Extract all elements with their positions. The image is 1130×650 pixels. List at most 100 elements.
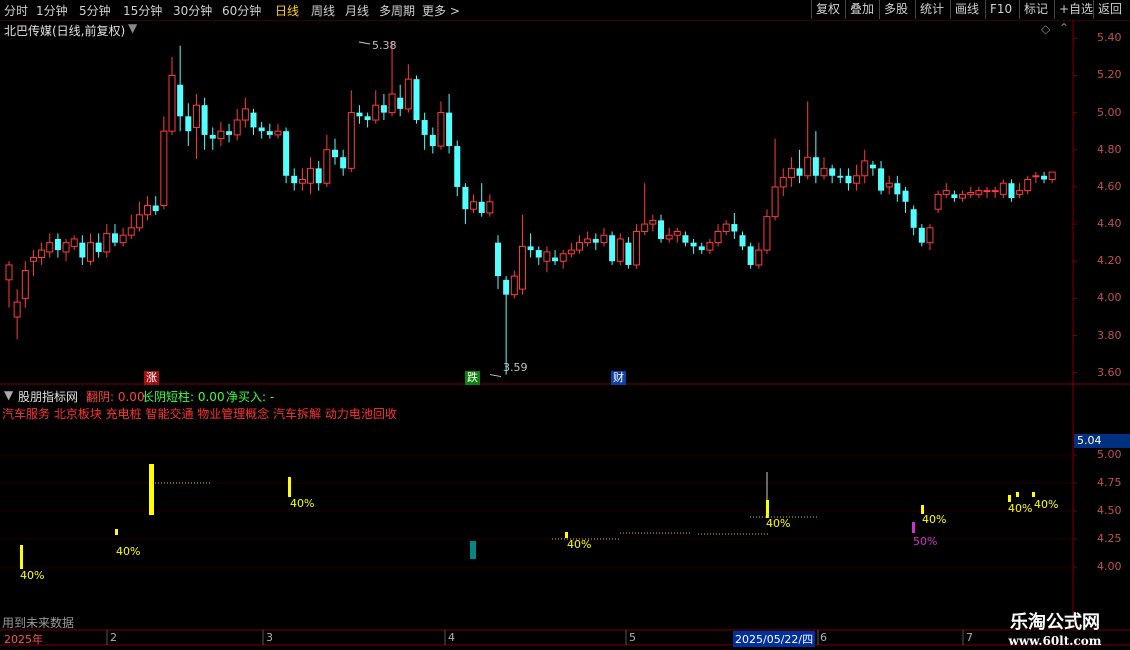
candle xyxy=(926,224,934,251)
diamond-icon[interactable]: ◇ xyxy=(1041,22,1050,36)
candle xyxy=(13,289,21,340)
candle-body xyxy=(70,238,78,247)
candle xyxy=(967,186,975,199)
candle xyxy=(478,183,485,217)
candle-body xyxy=(869,164,876,169)
candle-body xyxy=(527,246,534,251)
cursor-date-label: 2025/05/22/四 xyxy=(733,631,816,647)
candle-body xyxy=(820,167,828,177)
candle xyxy=(706,238,714,254)
candle xyxy=(404,64,412,113)
candle xyxy=(340,149,347,176)
candle-body xyxy=(437,112,445,147)
candle xyxy=(1048,171,1056,184)
collapse-icon[interactable]: ▼ xyxy=(4,388,13,402)
high-pointer xyxy=(358,41,371,45)
candle-body xyxy=(999,182,1007,195)
indicator-bar xyxy=(1032,492,1035,497)
price-tick-label: 5.40 xyxy=(1097,31,1122,45)
candle xyxy=(87,233,94,265)
chevron-up-icon[interactable]: ⌃ xyxy=(1059,21,1069,35)
chevron-down-icon[interactable]: ▼ xyxy=(128,21,137,35)
candle-body xyxy=(1024,178,1032,192)
candle xyxy=(201,97,208,150)
candle-body xyxy=(942,190,950,195)
candle xyxy=(323,134,331,187)
candle xyxy=(332,138,338,165)
candle-body xyxy=(861,160,869,177)
candle xyxy=(616,233,624,265)
candle xyxy=(21,261,29,308)
high-price-label: 5.38 xyxy=(372,39,397,52)
candle-body xyxy=(771,186,779,218)
candle-body xyxy=(535,250,542,258)
candle xyxy=(266,123,273,139)
candle-body xyxy=(763,216,771,251)
indicator-bar xyxy=(115,529,118,535)
indicator-tick-label: 4.75 xyxy=(1097,476,1122,489)
candle-body xyxy=(658,220,664,239)
candle-body xyxy=(478,201,485,213)
percent-label: 40% xyxy=(116,545,141,558)
candle xyxy=(1032,172,1040,184)
candle-body xyxy=(266,131,273,135)
candle xyxy=(869,160,876,176)
candle-body xyxy=(731,224,738,232)
date-label-jul: 7 xyxy=(966,631,973,644)
candle-body xyxy=(918,227,925,243)
candlestick-chart[interactable] xyxy=(0,0,1130,650)
candle-body xyxy=(177,84,184,117)
fall-marker[interactable]: 跌 xyxy=(465,371,480,385)
candle-body xyxy=(673,231,681,236)
candle xyxy=(885,175,893,195)
candle xyxy=(486,194,494,217)
candle-body xyxy=(274,130,282,136)
candle xyxy=(470,194,478,213)
indicator-bar xyxy=(766,500,769,518)
rise-marker[interactable]: 涨 xyxy=(144,371,159,385)
candle-body xyxy=(616,238,624,262)
candles-layer xyxy=(5,42,1056,375)
candle-body xyxy=(209,134,216,139)
candle-body xyxy=(934,193,942,210)
candle xyxy=(135,201,143,232)
financial-report-marker[interactable]: 财 xyxy=(611,371,626,385)
candle xyxy=(673,227,681,243)
candle-body xyxy=(258,127,265,132)
candle-body xyxy=(510,275,518,296)
candle xyxy=(658,214,664,243)
candle xyxy=(103,224,111,258)
candle-body xyxy=(356,112,363,117)
candle-body xyxy=(413,79,420,121)
candle-body xyxy=(5,264,13,281)
candle-body xyxy=(796,168,803,176)
candle-body xyxy=(787,167,795,179)
price-tick-label: 3.60 xyxy=(1097,365,1122,379)
date-label-mar: 3 xyxy=(266,631,273,644)
candle-body xyxy=(404,78,412,110)
candle xyxy=(584,231,592,247)
candle-body xyxy=(111,233,118,243)
date-label-apr: 4 xyxy=(448,631,455,644)
candle-body xyxy=(926,227,934,244)
candle xyxy=(241,97,249,128)
indicator-bar xyxy=(20,545,23,569)
candle-body xyxy=(95,242,102,252)
candle-body xyxy=(894,183,901,195)
candle-body xyxy=(837,175,844,178)
candle xyxy=(812,131,819,184)
candle xyxy=(829,164,836,184)
indicator-bar xyxy=(149,464,154,515)
candle-body xyxy=(462,186,469,210)
candle-body xyxy=(722,223,730,233)
candle xyxy=(356,105,363,124)
price-tick-label: 4.80 xyxy=(1097,142,1122,156)
candle xyxy=(152,196,159,215)
candle-body xyxy=(13,301,21,318)
candle xyxy=(495,235,501,290)
candle xyxy=(315,160,322,191)
candle xyxy=(168,56,176,135)
percent-label: 40% xyxy=(922,513,947,526)
candle-body xyxy=(1048,171,1056,180)
candle-body xyxy=(233,119,241,136)
